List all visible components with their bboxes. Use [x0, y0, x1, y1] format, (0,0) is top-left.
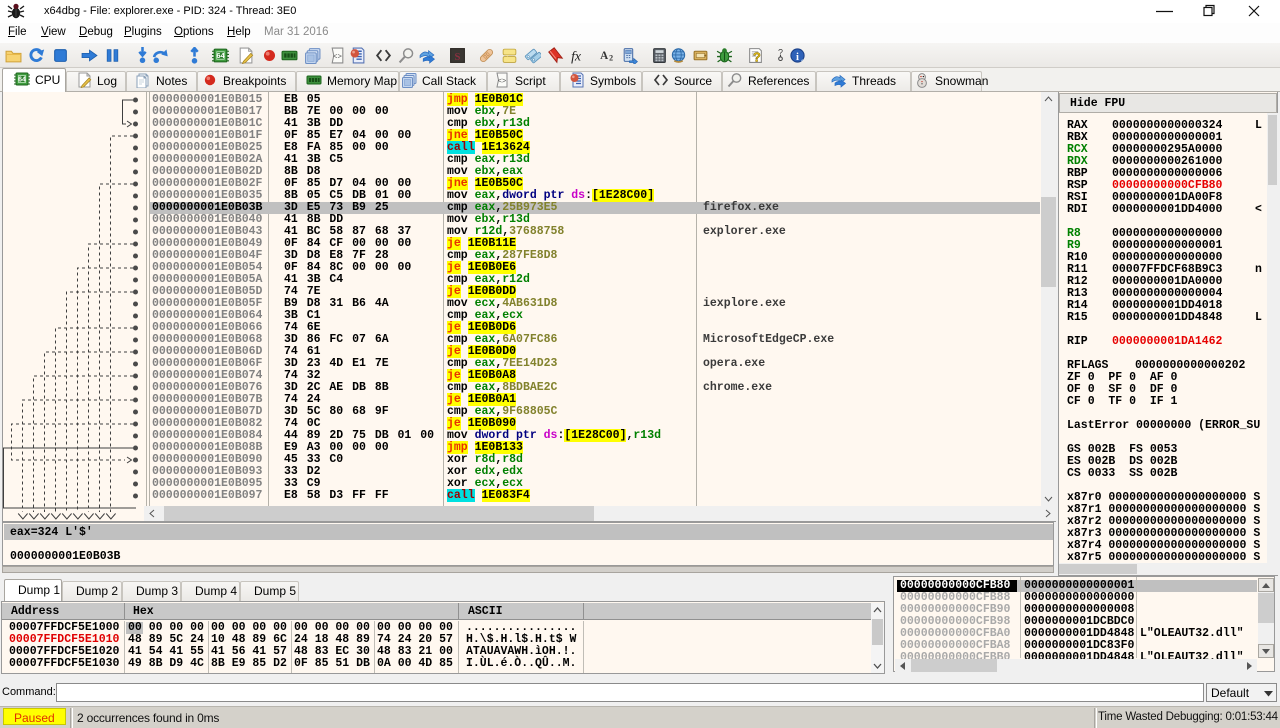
svg-text:64: 64: [18, 77, 26, 84]
svg-text:S: S: [455, 52, 461, 63]
svg-text:<>: <>: [498, 78, 506, 86]
svg-text:?: ?: [753, 49, 761, 64]
svg-text:<>: <>: [333, 54, 342, 62]
svg-text:2: 2: [609, 53, 613, 62]
svg-text:i: i: [796, 52, 799, 63]
svg-text:fx: fx: [571, 48, 582, 63]
svg-text:64: 64: [216, 51, 225, 60]
svg-text:A: A: [600, 50, 608, 62]
